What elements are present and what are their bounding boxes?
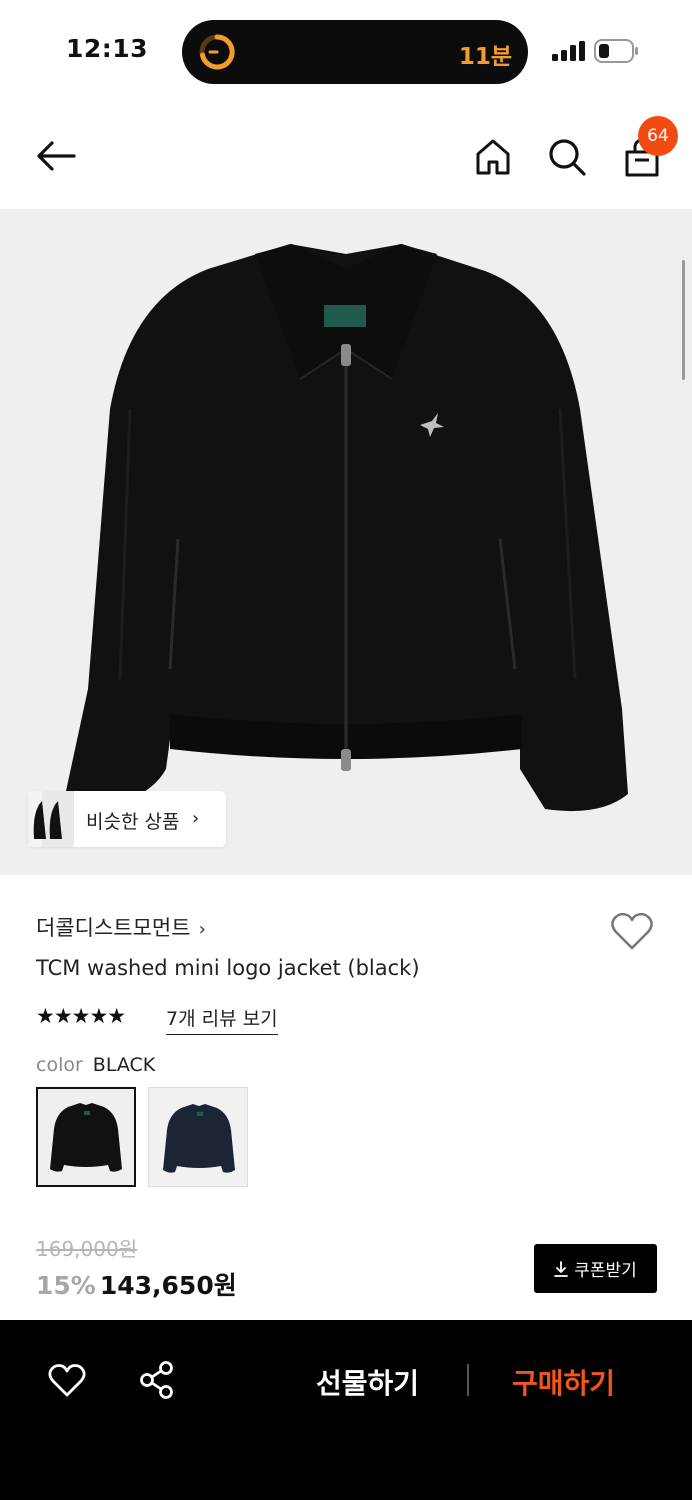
share-icon[interactable] — [138, 1360, 176, 1400]
rating-stars: ★★★★★ — [36, 1004, 126, 1028]
bottom-divider — [467, 1364, 469, 1396]
status-time: 12:13 — [66, 34, 149, 63]
search-icon[interactable] — [546, 136, 588, 178]
status-bar: 12:13 11분 — [0, 0, 692, 100]
brand-link[interactable]: 더콜디스트모먼트 › — [36, 912, 206, 942]
buy-button[interactable]: 구매하기 — [512, 1362, 615, 1402]
timer-text: 11분 — [458, 44, 512, 70]
battery-icon — [594, 39, 638, 63]
swatch-navy-image — [163, 1104, 235, 1173]
swatch-black[interactable] — [36, 1087, 136, 1187]
jacket-illustration — [66, 244, 628, 812]
coupon-button[interactable]: 쿠폰받기 — [534, 1244, 657, 1293]
home-icon[interactable] — [474, 138, 512, 176]
timer-icon — [199, 34, 235, 70]
review-link[interactable]: 7개 리뷰 보기 — [166, 1004, 278, 1035]
signal-icon — [552, 41, 585, 61]
color-row: color BLACK — [36, 1054, 155, 1076]
original-price: 169,000원 — [36, 1237, 138, 1261]
price-row: 15% 143,650원 — [36, 1266, 237, 1302]
similar-products-button[interactable]: 비슷한 상품 › — [28, 791, 226, 847]
product-title: TCM washed mini logo jacket (black) — [36, 956, 420, 980]
cart-count-badge: 64 — [638, 116, 678, 156]
heart-icon[interactable] — [48, 1362, 86, 1398]
back-arrow-icon[interactable] — [34, 138, 78, 174]
selected-color: BLACK — [92, 1054, 156, 1076]
dynamic-island: 11분 — [182, 20, 528, 84]
wishlist-heart-icon[interactable] — [610, 910, 654, 952]
color-label: color — [36, 1054, 83, 1076]
similar-thumbnail-icon — [28, 791, 74, 847]
brand-name: 더콜디스트모먼트 — [36, 916, 191, 940]
bottom-action-bar — [0, 1320, 692, 1500]
top-nav — [0, 108, 692, 208]
sale-price: 143,650원 — [99, 1271, 237, 1300]
scroll-indicator — [682, 260, 685, 380]
download-icon — [554, 1260, 569, 1277]
swatch-black-image — [50, 1103, 122, 1172]
discount-rate: 15% — [36, 1271, 96, 1300]
swatch-navy[interactable] — [148, 1087, 248, 1187]
chevron-right-icon: › — [198, 919, 206, 940]
coupon-label: 쿠폰받기 — [574, 1261, 637, 1281]
gift-button[interactable]: 선물하기 — [316, 1362, 419, 1402]
product-image[interactable] — [0, 209, 692, 875]
chevron-right-icon: › — [192, 808, 200, 829]
similar-products-label: 비슷한 상품 — [86, 811, 180, 833]
